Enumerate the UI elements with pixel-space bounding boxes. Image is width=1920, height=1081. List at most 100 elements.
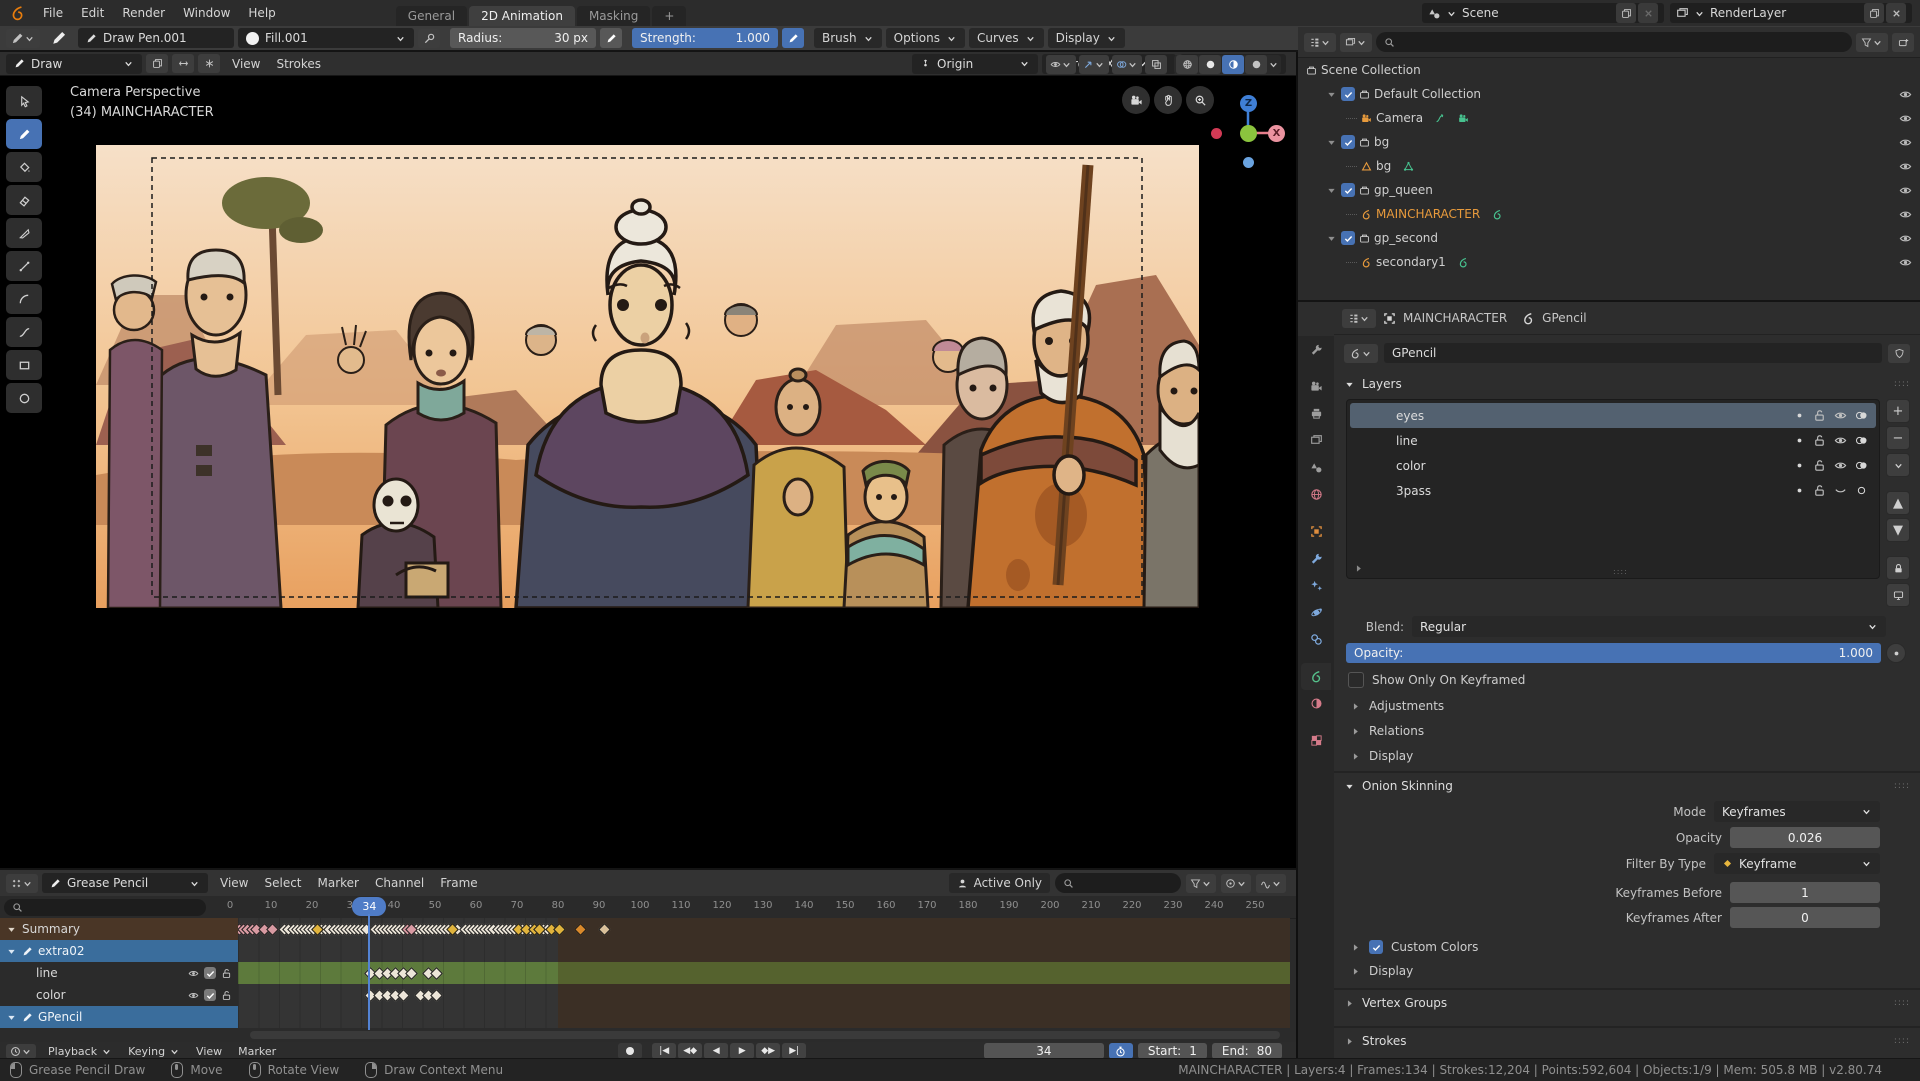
gp-layer-row-color[interactable]: color — [1350, 453, 1876, 478]
new-collection-button[interactable] — [1892, 33, 1914, 52]
keyframe[interactable] — [574, 923, 587, 936]
panel-grip[interactable]: :::: — [1894, 1036, 1910, 1046]
properties-tab-viewlayer[interactable] — [1301, 427, 1331, 454]
channel-search-input[interactable] — [4, 899, 206, 916]
outliner-search-input[interactable] — [1376, 32, 1852, 52]
dopesheet-menu-select[interactable]: Select — [256, 876, 309, 890]
topbar-menu-window[interactable]: Window — [174, 6, 239, 20]
collection-checkbox[interactable] — [1341, 87, 1355, 101]
keyframes-after-field[interactable]: 0 — [1730, 907, 1880, 928]
shading-solid-button[interactable] — [1199, 55, 1221, 74]
workspace-tab--[interactable]: + — [652, 6, 686, 26]
collection-checkbox[interactable] — [1341, 183, 1355, 197]
3d-viewport[interactable]: Camera Perspective (34) MAINCHARACTER Z … — [0, 76, 1296, 868]
scene-copy-button[interactable] — [1616, 3, 1636, 23]
gpencil-name-field[interactable]: GPencil — [1384, 343, 1882, 363]
properties-tab-physics[interactable] — [1301, 599, 1331, 626]
eye-icon[interactable] — [1899, 112, 1912, 125]
gpencil-datablock-dropdown[interactable] — [1344, 344, 1378, 363]
panel-grip[interactable]: :::: — [1894, 998, 1910, 1008]
multiframe-falloff-toggle[interactable] — [198, 54, 220, 73]
breadcrumb-object[interactable]: MAINCHARACTER — [1403, 311, 1507, 325]
workspace-tab-masking[interactable]: Masking — [577, 6, 650, 26]
properties-tab-scene[interactable] — [1301, 454, 1331, 481]
eye-icon[interactable] — [1899, 160, 1912, 173]
active-only-toggle[interactable]: Active Only — [949, 873, 1050, 893]
list-resize-grip[interactable]: :::: — [1613, 567, 1628, 576]
jump-to-end-button[interactable]: ▶| — [782, 1043, 806, 1059]
popover-curves[interactable]: Curves — [969, 28, 1044, 48]
gp-layer-row-eyes[interactable]: eyes — [1350, 403, 1876, 428]
outliner-row-maincharacter[interactable]: MAINCHARACTER — [1298, 202, 1920, 226]
onion-skin-icon[interactable] — [1855, 434, 1868, 447]
eye-icon[interactable] — [1834, 409, 1847, 422]
timeline-menu-marker[interactable]: Marker — [230, 1045, 284, 1058]
renderlayer-remove-button[interactable] — [1886, 3, 1906, 23]
renderlayer-selector[interactable]: RenderLayer — [1670, 3, 1912, 23]
shading-material-button[interactable] — [1222, 55, 1244, 74]
gizmo-x-neg-axis[interactable] — [1211, 128, 1222, 139]
outliner-display-mode[interactable] — [1304, 33, 1336, 52]
strength-pressure-button[interactable] — [782, 28, 804, 48]
eye-icon[interactable] — [1899, 256, 1912, 269]
gizmo-y-axis[interactable] — [1240, 125, 1257, 142]
visibility-dropdown[interactable] — [1046, 55, 1076, 74]
popover-brush[interactable]: Brush — [814, 28, 882, 48]
properties-tab-world[interactable] — [1301, 481, 1331, 508]
use-preview-range-button[interactable] — [1109, 1043, 1133, 1059]
dopesheet-menu-view[interactable]: View — [212, 876, 256, 890]
tool-circle[interactable] — [6, 383, 42, 413]
properties-tab-modifier[interactable] — [1301, 545, 1331, 572]
add-layer-button[interactable]: + — [1886, 399, 1910, 423]
onion-skin-icon[interactable] — [1855, 459, 1868, 472]
filter-by-type-dropdown[interactable]: Keyframe — [1714, 853, 1880, 874]
popover-display[interactable]: Display — [1048, 28, 1125, 48]
layers-panel-header[interactable]: Layers :::: — [1334, 371, 1920, 397]
next-keyframe-button[interactable]: ◆▶ — [756, 1043, 780, 1059]
outliner-filter-dropdown[interactable] — [1856, 33, 1888, 52]
editor-type-selector[interactable] — [6, 874, 38, 893]
triangle-right-icon[interactable] — [1350, 942, 1361, 953]
outliner-row-default-collection[interactable]: Default Collection — [1298, 82, 1920, 106]
dopesheet-menu-frame[interactable]: Frame — [432, 876, 485, 890]
eye-icon[interactable] — [1899, 232, 1912, 245]
properties-tab-constraint[interactable] — [1301, 626, 1331, 653]
mode-selector[interactable]: Draw — [6, 54, 142, 74]
tool-arc[interactable] — [6, 284, 42, 314]
proportional-editing-dropdown[interactable] — [1221, 874, 1251, 893]
gp-layer-row-3pass[interactable]: 3pass — [1350, 478, 1876, 503]
timeline-hscrollbar[interactable] — [250, 1031, 1280, 1039]
viewport-menu-strokes[interactable]: Strokes — [268, 57, 329, 71]
blender-logo-icon[interactable] — [10, 5, 26, 21]
camera-view-button[interactable] — [1122, 86, 1150, 114]
dopesheet-menu-channel[interactable]: Channel — [367, 876, 432, 890]
lock-open-icon[interactable] — [221, 968, 232, 979]
channel-name-extra02[interactable]: extra02 — [0, 940, 238, 962]
eye-closed-icon[interactable] — [1834, 484, 1847, 497]
topbar-menu-render[interactable]: Render — [113, 6, 174, 20]
outliner-row-bg[interactable]: bg — [1298, 130, 1920, 154]
channel-keys[interactable] — [238, 962, 1290, 984]
topbar-menu-edit[interactable]: Edit — [72, 6, 113, 20]
timeline-editor-type[interactable] — [6, 1044, 36, 1059]
radius-pressure-button[interactable] — [600, 28, 622, 48]
properties-tab-output[interactable] — [1301, 400, 1331, 427]
properties-tab-render[interactable] — [1301, 373, 1331, 400]
breadcrumb-data[interactable]: GPencil — [1542, 311, 1586, 325]
onion-skin-icon[interactable] — [1855, 484, 1868, 497]
lock-open-icon[interactable] — [1813, 409, 1826, 422]
outliner-row-gp_second[interactable]: gp_second — [1298, 226, 1920, 250]
outliner-row-scene-collection[interactable]: Scene Collection — [1298, 58, 1920, 82]
channel-keys[interactable] — [238, 940, 1290, 962]
viewport-menu-view[interactable]: View — [224, 57, 268, 71]
show-only-keyframed-checkbox[interactable] — [1348, 672, 1364, 688]
shading-rendered-button[interactable] — [1245, 55, 1267, 74]
gp-layer-row-line[interactable]: line — [1350, 428, 1876, 453]
tool-line[interactable] — [6, 251, 42, 281]
remove-layer-button[interactable]: − — [1886, 426, 1910, 450]
channel-name-gpencil[interactable]: GPencil — [0, 1006, 238, 1028]
keyframe[interactable] — [598, 923, 611, 936]
properties-tab-tool[interactable] — [1301, 336, 1331, 363]
workspace-tab-general[interactable]: General — [396, 6, 467, 26]
collection-checkbox[interactable] — [1341, 231, 1355, 245]
